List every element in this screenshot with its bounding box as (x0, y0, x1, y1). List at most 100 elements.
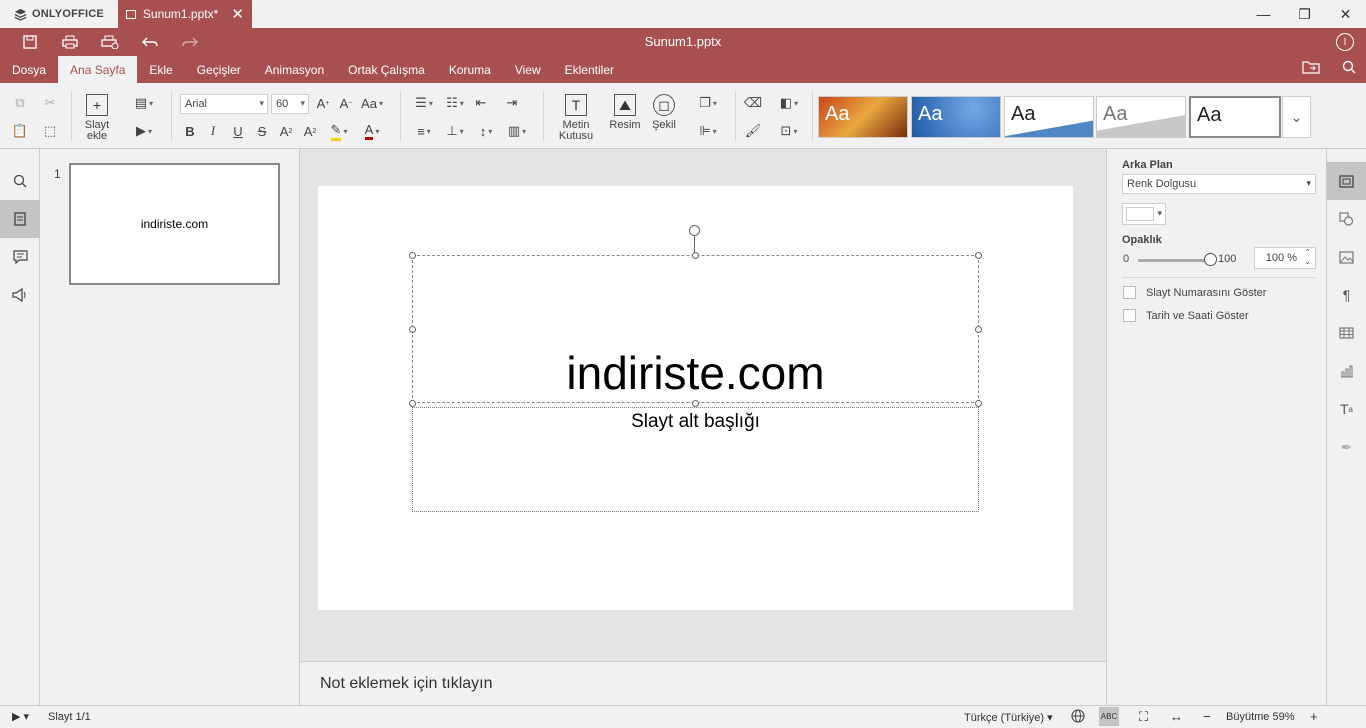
zoom-in-icon[interactable]: + (1310, 709, 1318, 724)
underline-icon[interactable]: U (227, 121, 249, 141)
shape-settings-icon[interactable] (1327, 200, 1366, 238)
columns-icon[interactable]: ▥ (502, 121, 532, 141)
cut-icon[interactable]: ✂ (39, 93, 61, 113)
horizontal-align-icon[interactable]: ≡ (409, 121, 439, 141)
chart-settings-icon[interactable] (1327, 352, 1366, 390)
menu-protection[interactable]: Koruma (437, 56, 503, 83)
slide-settings-icon[interactable] (1327, 162, 1366, 200)
arrange-icon[interactable]: ❐ (693, 93, 723, 113)
strikethrough-icon[interactable]: S (251, 121, 273, 141)
slide-title[interactable]: indiriste.com (566, 348, 824, 398)
textbox-button[interactable]: T Metin Kutusu (553, 94, 599, 142)
feedback-icon[interactable] (0, 276, 40, 314)
opacity-spinner[interactable]: 100 % (1254, 247, 1316, 269)
menu-collaboration[interactable]: Ortak Çalışma (336, 56, 437, 83)
resize-handle[interactable] (975, 252, 982, 259)
theme-thumbnail[interactable]: Aa (1096, 96, 1186, 138)
resize-handle[interactable] (692, 252, 699, 259)
select-all-icon[interactable]: ⬚ (39, 121, 61, 141)
fit-slide-icon[interactable]: ⛶ (1139, 709, 1148, 725)
menu-view[interactable]: View (503, 56, 553, 83)
spell-check-icon[interactable]: ABC (1099, 707, 1119, 726)
opacity-slider-thumb[interactable] (1204, 253, 1217, 266)
theme-thumbnail[interactable]: Aa (911, 96, 1001, 138)
user-avatar[interactable]: I (1336, 33, 1354, 51)
font-name-select[interactable]: Arial (180, 94, 268, 114)
increase-indent-icon[interactable]: ⇥ (501, 93, 523, 113)
search-icon[interactable] (1342, 60, 1356, 77)
resize-handle[interactable] (975, 326, 982, 333)
theme-thumbnail[interactable]: Aa (1004, 96, 1094, 138)
opacity-slider-track[interactable] (1138, 259, 1210, 262)
comments-icon[interactable] (0, 238, 40, 276)
redo-icon[interactable] (170, 36, 210, 48)
resize-handle[interactable] (409, 400, 416, 407)
color-scheme-icon[interactable]: ◧ (774, 93, 804, 113)
font-color-icon[interactable]: A (357, 121, 387, 141)
slide-thumbnail[interactable]: indiriste.com (69, 163, 280, 285)
subscript-icon[interactable]: A2 (299, 121, 321, 141)
theme-thumbnail[interactable]: Aa (818, 96, 908, 138)
resize-handle[interactable] (975, 400, 982, 407)
decrease-indent-icon[interactable]: ⇤ (470, 93, 492, 113)
change-case-icon[interactable]: Aa (358, 93, 386, 113)
bullets-icon[interactable]: ☰ (409, 93, 439, 113)
menu-home[interactable]: Ana Sayfa (58, 56, 138, 83)
slides-panel-icon[interactable] (0, 200, 40, 238)
quick-print-icon[interactable] (90, 35, 130, 49)
superscript-icon[interactable]: A2 (275, 121, 297, 141)
clear-style-icon[interactable]: ⌫ (742, 93, 764, 113)
menu-insert[interactable]: Ekle (137, 56, 184, 83)
text-art-settings-icon[interactable]: Ta (1327, 390, 1366, 428)
slideshow-icon[interactable]: ▶ (129, 121, 159, 141)
background-color-picker[interactable] (1122, 203, 1166, 225)
window-close-icon[interactable]: ✕ (1325, 0, 1366, 28)
start-slideshow-icon[interactable]: ▶ ▾ (12, 710, 29, 723)
show-slide-number-checkbox[interactable] (1123, 286, 1136, 299)
tab-close-icon[interactable]: ✕ (231, 7, 244, 22)
italic-icon[interactable]: I (202, 121, 224, 141)
decrease-font-icon[interactable]: A − (335, 93, 357, 113)
slide[interactable]: indiriste.com Slayt alt başlığı (318, 186, 1073, 610)
highlight-color-icon[interactable]: ✎ (324, 121, 354, 141)
vertical-align-icon[interactable]: ⊥ (440, 121, 470, 141)
layout-icon[interactable]: ▤ (129, 93, 159, 113)
paste-icon[interactable]: 📋 (9, 121, 31, 141)
menu-file[interactable]: Dosya (0, 56, 58, 83)
save-icon[interactable] (10, 35, 50, 49)
numbering-icon[interactable]: ☷ (440, 93, 470, 113)
restore-icon[interactable]: ❐ (1284, 0, 1325, 28)
notes-area[interactable]: Not eklemek için tıklayın (300, 661, 1106, 705)
menu-plugins[interactable]: Eklentiler (553, 56, 626, 83)
subtitle-placeholder[interactable]: Slayt alt başlığı (412, 407, 979, 512)
font-size-select[interactable]: 60 (271, 94, 309, 114)
title-placeholder[interactable]: indiriste.com (412, 255, 979, 403)
line-spacing-icon[interactable]: ↕ (471, 121, 501, 141)
menu-animation[interactable]: Animasyon (253, 56, 336, 83)
resize-handle[interactable] (692, 400, 699, 407)
undo-icon[interactable] (130, 36, 170, 48)
resize-handle[interactable] (409, 252, 416, 259)
language-select[interactable]: Türkçe (Türkiye) ▾ (964, 711, 1053, 724)
slide-subtitle[interactable]: Slayt alt başlığı (631, 411, 760, 511)
search-icon[interactable] (0, 162, 40, 200)
show-date-time-checkbox[interactable] (1123, 309, 1136, 322)
add-slide-button[interactable]: + Slayt ekle (78, 94, 116, 142)
paragraph-settings-icon[interactable]: ¶ (1327, 276, 1366, 314)
image-button[interactable]: ⛰ Resim (607, 94, 643, 131)
theme-more-chevron-down-icon[interactable]: ⌄ (1282, 96, 1311, 138)
theme-thumbnail-selected[interactable]: Aa (1189, 96, 1281, 138)
image-settings-icon[interactable] (1327, 238, 1366, 276)
print-icon[interactable] (50, 35, 90, 49)
shape-button[interactable]: ◻ Şekil (647, 94, 681, 131)
open-file-location-icon[interactable] (1302, 60, 1320, 77)
slide-size-icon[interactable]: ⊡ (774, 121, 804, 141)
menu-transitions[interactable]: Geçişler (185, 56, 253, 83)
show-slide-number-option[interactable]: Slayt Numarasını Göster (1123, 286, 1266, 299)
align-shape-icon[interactable]: ⊫ (693, 121, 723, 141)
increase-font-icon[interactable]: A + (312, 93, 334, 113)
fit-width-icon[interactable]: ↔ (1170, 709, 1183, 724)
bold-icon[interactable]: B (179, 121, 201, 141)
minimize-icon[interactable]: — (1243, 0, 1284, 28)
document-tab[interactable]: Sunum1.pptx* ✕ (117, 0, 252, 28)
